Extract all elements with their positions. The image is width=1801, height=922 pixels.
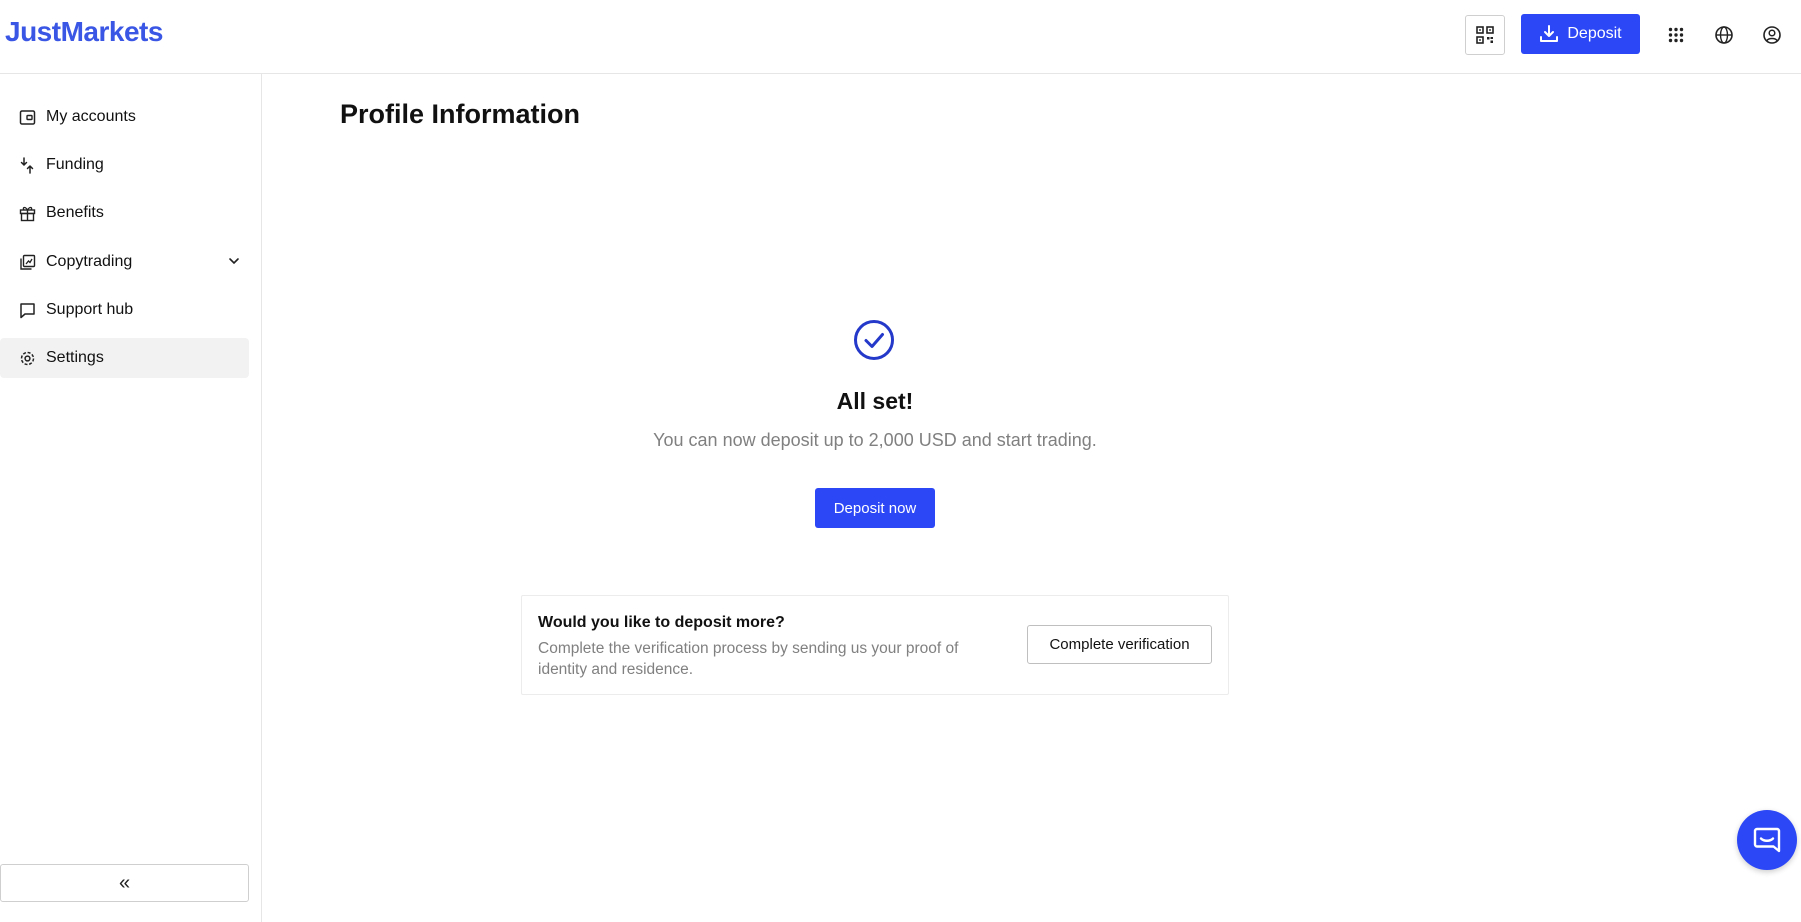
sidebar-item-label: Copytrading — [46, 253, 133, 270]
deposit-button[interactable]: Deposit — [1521, 14, 1640, 54]
sidebar-item-label: Support hub — [46, 301, 134, 318]
chat-bubble-icon — [18, 301, 36, 319]
gear-icon — [18, 349, 36, 367]
apps-grid-icon — [1668, 27, 1684, 43]
deposit-now-button[interactable]: Deposit now — [815, 488, 935, 528]
language-button[interactable] — [1711, 22, 1737, 48]
verification-card-title: Would you like to deposit more? — [538, 614, 785, 631]
deposit-button-label: Deposit — [1567, 25, 1622, 42]
qr-code-button[interactable] — [1465, 15, 1505, 55]
chat-icon — [1753, 827, 1781, 853]
profile-button[interactable] — [1759, 22, 1785, 48]
download-icon — [1540, 25, 1559, 42]
funding-arrows-icon — [18, 156, 36, 174]
sidebar-item-copytrading[interactable]: Copytrading — [0, 242, 249, 282]
success-message: You can now deposit up to 2,000 USD and … — [653, 430, 1097, 450]
success-heading: All set! — [836, 388, 914, 414]
sidebar-item-label: Settings — [46, 349, 104, 366]
sidebar-item-label: Benefits — [46, 204, 104, 221]
globe-icon — [1715, 26, 1733, 44]
qr-code-icon — [1476, 26, 1494, 44]
user-circle-icon — [1763, 26, 1781, 44]
live-chat-button[interactable] — [1737, 810, 1797, 870]
top-header: JustMarkets Deposit — [0, 0, 1801, 74]
verification-card-text: Complete the verification process by sen… — [538, 640, 959, 678]
sidebar-item-label: Funding — [46, 156, 104, 173]
wallet-icon — [18, 108, 36, 126]
sidebar-item-my-accounts[interactable]: My accounts — [0, 97, 249, 137]
complete-verification-button[interactable]: Complete verification — [1027, 625, 1212, 664]
sidebar-item-benefits[interactable]: Benefits — [0, 193, 249, 233]
sidebar-item-label: My accounts — [46, 108, 136, 125]
sidebar-item-settings[interactable]: Settings — [0, 338, 249, 378]
page-title: Profile Information — [340, 99, 581, 129]
check-circle-icon — [854, 320, 894, 360]
apps-grid-button[interactable] — [1663, 22, 1689, 48]
chevron-down-icon[interactable] — [227, 254, 241, 273]
collapse-sidebar-button[interactable]: « — [0, 864, 249, 902]
sidebar: My accounts Funding Benefits Copytrading… — [0, 74, 262, 922]
sidebar-item-support-hub[interactable]: Support hub — [0, 290, 249, 330]
verification-card: Would you like to deposit more? Complete… — [521, 595, 1229, 695]
brand-logo[interactable]: JustMarkets — [5, 16, 163, 48]
gift-icon — [18, 204, 36, 222]
copytrading-icon — [18, 253, 36, 271]
sidebar-item-funding[interactable]: Funding — [0, 145, 249, 185]
